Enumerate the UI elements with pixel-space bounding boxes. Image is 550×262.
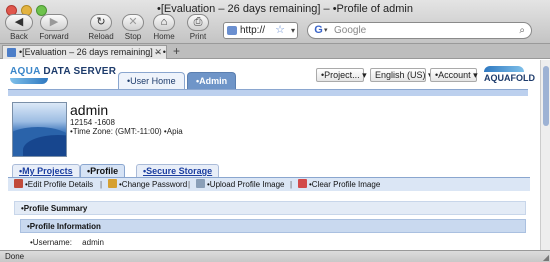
site-favicon-icon [227, 26, 237, 35]
key-icon [108, 179, 117, 188]
logo-rest-text: DATA SERVER [40, 66, 117, 77]
forward-arrow-icon: ▶ [40, 14, 68, 31]
print-icon: ⎙ [187, 14, 209, 31]
tab-close-icon[interactable]: ✕ [154, 46, 162, 58]
home-label: Home [153, 32, 175, 41]
stop-button[interactable]: ✕ Stop [120, 14, 146, 41]
tab-my-projects[interactable]: •My Projects [12, 164, 80, 178]
forward-button[interactable]: ▶ Forward [34, 14, 74, 41]
new-tab-icon[interactable]: + [173, 44, 180, 58]
upload-image-button[interactable]: •Upload Profile Image [196, 178, 285, 191]
stop-icon: ✕ [122, 14, 144, 31]
tab-admin[interactable]: •Admin [187, 72, 237, 90]
toolbar-separator: | [100, 180, 103, 189]
change-password-label: •Change Password [119, 180, 188, 189]
back-arrow-icon: ◀ [5, 14, 33, 31]
print-label: Print [189, 32, 207, 41]
tab-user-home[interactable]: •User Home [118, 72, 185, 90]
tab-favicon-icon [7, 48, 16, 57]
toolbar-separator: | [290, 180, 293, 189]
edit-profile-label: •Edit Profile Details [25, 180, 94, 189]
aquafold-logo[interactable]: AQUAFOLD [484, 66, 535, 83]
logo-aqua-text: AQUA [10, 66, 41, 77]
logo-wave-icon [10, 78, 48, 84]
home-icon: ⌂ [153, 14, 175, 31]
clear-image-label: •Clear Profile Image [309, 180, 381, 189]
search-placeholder: Google [334, 25, 367, 36]
browser-tab-bar: •[Evaluation – 26 days remaining] – •Pro… [0, 44, 550, 59]
forward-label: Forward [39, 32, 69, 41]
print-button[interactable]: ⎙ Print [184, 14, 212, 41]
reload-label: Reload [88, 32, 114, 41]
status-text: Done [5, 252, 25, 261]
resize-grip-icon[interactable]: ◢ [543, 252, 549, 262]
browser-titlebar: •[Evaluation – 26 days remaining] – •Pro… [0, 0, 550, 44]
profile-timezone: •Time Zone: (GMT:-11:00) •Apia [70, 127, 183, 136]
project-select-label: •Project... [321, 70, 360, 80]
project-select[interactable]: •Project... ▾ [316, 68, 367, 82]
reload-button[interactable]: ↻ Reload [86, 14, 116, 41]
profile-name: admin [70, 102, 109, 118]
reload-icon: ↻ [90, 14, 112, 31]
profile-summary-header[interactable]: •Profile Summary [14, 201, 526, 215]
search-box[interactable]: G ▾ Google ⌕ [307, 22, 532, 39]
search-engine-dropdown-icon[interactable]: ▾ [324, 23, 328, 38]
page-scrollbar[interactable] [540, 60, 550, 250]
aquafold-logo-text: AQUAFOLD [484, 73, 535, 83]
status-bar: Done ◢ [0, 250, 550, 262]
image-upload-icon [196, 179, 205, 188]
upload-image-label: •Upload Profile Image [207, 180, 285, 189]
toolbar-separator: | [188, 180, 191, 189]
language-select[interactable]: English (US) ▾ [370, 68, 433, 82]
web-page: AQUA DATA SERVER •User Home •Admin •Proj… [0, 60, 540, 250]
username-row: •Username: admin [30, 238, 104, 247]
edit-pencil-icon [14, 179, 23, 188]
scrollbar-thumb[interactable] [543, 66, 549, 126]
aquafold-wave-icon [484, 66, 524, 72]
back-button[interactable]: ◀ Back [4, 14, 34, 41]
profile-information-header[interactable]: •Profile Information [20, 219, 526, 233]
profile-actions-toolbar: •Edit Profile Details | •Change Password… [8, 177, 530, 191]
tab-profile[interactable]: •Profile [80, 164, 126, 178]
image-clear-icon [298, 179, 307, 188]
url-text: http:// [240, 25, 266, 36]
profile-avatar [12, 102, 67, 157]
tab-label: •[Evaluation – 26 days remaining] – •Pro… [19, 47, 166, 57]
url-bar[interactable]: http:// ☆ ▾ [223, 22, 298, 39]
edit-profile-button[interactable]: •Edit Profile Details [14, 178, 93, 191]
bookmark-star-icon[interactable]: ☆ [275, 23, 285, 38]
back-label: Back [10, 32, 28, 41]
username-label: •Username: [30, 238, 72, 247]
clear-image-button[interactable]: •Clear Profile Image [298, 178, 380, 191]
profile-phone: 12154 -1608 [70, 118, 115, 127]
stop-label: Stop [124, 32, 142, 41]
language-select-label: English (US) [375, 70, 426, 80]
tab-secure-storage[interactable]: •Secure Storage [136, 164, 220, 178]
change-password-button[interactable]: •Change Password [108, 178, 187, 191]
account-select-label: •Account [435, 70, 471, 80]
url-dropdown-icon[interactable]: ▾ [291, 23, 295, 38]
search-icon[interactable]: ⌕ [519, 23, 525, 38]
home-button[interactable]: ⌂ Home [150, 14, 178, 41]
top-nav-bar [8, 89, 528, 96]
account-select[interactable]: •Account ▾ [430, 68, 478, 82]
username-value: admin [82, 238, 104, 247]
browser-tab[interactable]: •[Evaluation – 26 days remaining] – •Pro… [2, 45, 167, 59]
aqua-data-server-logo[interactable]: AQUA DATA SERVER [10, 66, 116, 84]
